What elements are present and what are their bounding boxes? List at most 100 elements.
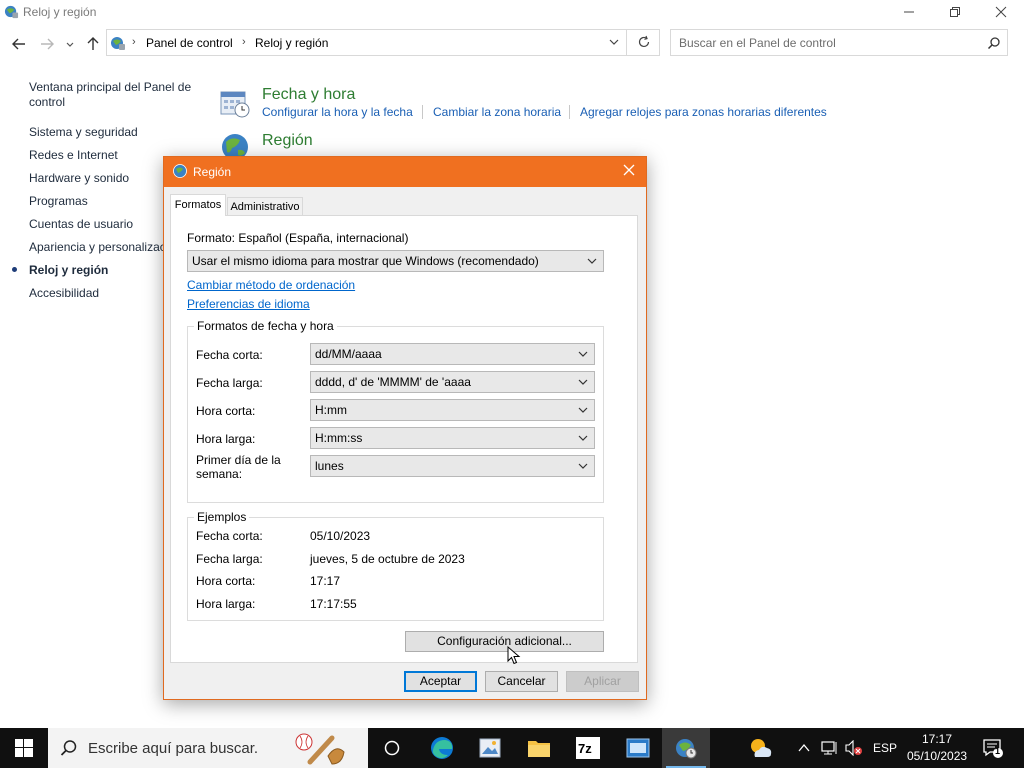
title-bar: Reloj y región: [0, 0, 1024, 26]
dialog-close-icon[interactable]: [622, 163, 636, 177]
refresh-button[interactable]: [626, 29, 660, 56]
control-panel-icon: [111, 37, 125, 50]
date-time-category-icon[interactable]: [218, 86, 252, 120]
cancel-button[interactable]: Cancelar: [485, 671, 558, 692]
long-time-label: Hora larga:: [196, 432, 256, 446]
close-button[interactable]: [978, 0, 1024, 24]
minimize-icon: [904, 11, 914, 13]
taskbar-7zip[interactable]: 7z: [564, 728, 612, 768]
taskbar-control-panel[interactable]: [662, 728, 710, 768]
taskbar-file-explorer[interactable]: [515, 728, 563, 768]
example-short-date-value: 05/10/2023: [310, 529, 371, 543]
taskbar-clock-date[interactable]: 05/10/2023: [907, 749, 967, 763]
input-language-indicator[interactable]: ESP: [873, 741, 897, 755]
examples-group-legend: Ejemplos: [194, 510, 250, 524]
example-long-time-label: Hora larga:: [196, 597, 256, 611]
format-select-value: Usar el mismo idioma para mostrar que Wi…: [192, 254, 539, 268]
breadcrumb-control-panel[interactable]: Panel de control: [146, 36, 233, 50]
weather-icon[interactable]: [747, 735, 773, 761]
change-sort-method-link[interactable]: Cambiar método de ordenación: [187, 278, 355, 292]
taskbar-edge[interactable]: [418, 728, 466, 768]
dialog-title: Región: [193, 165, 232, 179]
tab-formats[interactable]: Formatos: [170, 194, 226, 216]
windows-logo-icon: [15, 739, 33, 757]
restore-icon: [950, 7, 960, 17]
chevron-down-icon: [578, 351, 588, 357]
region-globe-icon: [173, 164, 187, 178]
short-date-select[interactable]: dd/MM/aaaa: [310, 343, 595, 365]
formats-tab-panel: Formato: Español (España, internacional)…: [170, 215, 638, 665]
link-change-time-zone[interactable]: Cambiar la zona horaria: [433, 105, 561, 119]
region-dialog: Región Formatos Administrativo Formato: …: [163, 156, 647, 700]
long-date-value: dddd, d' de 'MMMM' de 'aaaa: [315, 375, 471, 389]
forward-arrow-icon[interactable]: [38, 35, 56, 53]
breadcrumb-clock-region[interactable]: Reloj y región: [255, 36, 328, 50]
example-long-date-label: Fecha larga:: [196, 552, 263, 566]
short-time-select[interactable]: H:mm: [310, 399, 595, 421]
first-day-select[interactable]: lunes: [310, 455, 595, 477]
chevron-down-icon: [578, 407, 588, 413]
date-time-formats-group: Formatos de fecha y hora Fecha corta: dd…: [187, 319, 604, 503]
sidebar-item-network-internet[interactable]: Redes e Internet: [29, 148, 118, 162]
volume-muted-icon[interactable]: [845, 740, 863, 756]
additional-settings-button[interactable]: Configuración adicional...: [405, 631, 604, 652]
back-arrow-icon[interactable]: [10, 35, 28, 53]
formats-group-legend: Formatos de fecha y hora: [194, 319, 337, 333]
long-time-select[interactable]: H:mm:ss: [310, 427, 595, 449]
example-short-time-label: Hora corta:: [196, 574, 256, 588]
example-long-date-value: jueves, 5 de octubre de 2023: [310, 552, 465, 566]
example-long-time-value: 17:17:55: [310, 597, 357, 611]
up-arrow-icon[interactable]: [84, 35, 102, 53]
task-view-icon: [384, 740, 400, 756]
date-time-category-title[interactable]: Fecha y hora: [262, 86, 355, 104]
minimize-button[interactable]: [886, 0, 932, 24]
link-add-clocks[interactable]: Agregar relojes para zonas horarias dife…: [580, 105, 827, 119]
sidebar-item-control-panel-home[interactable]: Ventana principal del Panel de control: [29, 80, 199, 110]
edge-icon: [431, 737, 453, 759]
sidebar-item-clock-region[interactable]: Reloj y región: [29, 263, 108, 277]
examples-group: Ejemplos Fecha corta: 05/10/2023 Fecha l…: [187, 510, 604, 621]
notification-count-badge: 1: [995, 746, 1001, 756]
apply-button[interactable]: Aplicar: [566, 671, 639, 692]
address-bar[interactable]: › Panel de control › Reloj y región: [106, 29, 660, 56]
notifications-icon[interactable]: [982, 737, 1004, 759]
first-day-value: lunes: [315, 459, 344, 473]
tab-administrative[interactable]: Administrativo: [227, 197, 303, 215]
task-view-button[interactable]: [368, 728, 416, 768]
long-date-label: Fecha larga:: [196, 376, 263, 390]
selected-bullet-icon: [12, 267, 17, 272]
network-icon[interactable]: [821, 740, 839, 756]
sidebar-item-programs[interactable]: Programas: [29, 194, 88, 208]
svg-text:7z: 7z: [578, 741, 592, 756]
format-select[interactable]: Usar el mismo idioma para mostrar que Wi…: [187, 250, 604, 272]
short-time-label: Hora corta:: [196, 404, 256, 418]
taskbar-search-input[interactable]: Escribe aquí para buscar.: [48, 728, 368, 768]
ok-button[interactable]: Aceptar: [404, 671, 477, 692]
taskbar-image-app[interactable]: [466, 728, 514, 768]
system-window-icon: [626, 738, 650, 758]
show-hidden-icons-chevron-icon[interactable]: [798, 743, 810, 753]
search-icon: [60, 740, 77, 756]
start-button[interactable]: [0, 728, 48, 768]
link-set-time-date[interactable]: Configurar la hora y la fecha: [262, 105, 413, 119]
sidebar-item-user-accounts[interactable]: Cuentas de usuario: [29, 217, 133, 231]
chevron-down-icon[interactable]: [609, 38, 619, 46]
recent-locations-chevron-icon[interactable]: [64, 35, 76, 53]
sidebar-item-accessibility[interactable]: Accesibilidad: [29, 286, 99, 300]
maximize-button[interactable]: [932, 0, 978, 24]
taskbar-clock-time[interactable]: 17:17: [922, 732, 952, 746]
link-divider: [569, 105, 570, 119]
chevron-down-icon: [578, 435, 588, 441]
sidebar-item-system-security[interactable]: Sistema y seguridad: [29, 125, 138, 139]
short-time-value: H:mm: [315, 403, 347, 417]
mouse-cursor-icon: [507, 646, 521, 665]
region-category-title[interactable]: Región: [262, 132, 313, 150]
long-date-select[interactable]: dddd, d' de 'MMMM' de 'aaaa: [310, 371, 595, 393]
control-panel-search-input[interactable]: Buscar en el Panel de control: [670, 29, 1008, 56]
sidebar-item-hardware-sound[interactable]: Hardware y sonido: [29, 171, 129, 185]
sidebar-item-appearance[interactable]: Apariencia y personalizac: [29, 240, 166, 254]
taskbar-system-info[interactable]: [614, 728, 662, 768]
search-icon: [987, 37, 1000, 50]
long-time-value: H:mm:ss: [315, 431, 363, 445]
language-preferences-link[interactable]: Preferencias de idioma: [187, 297, 310, 311]
